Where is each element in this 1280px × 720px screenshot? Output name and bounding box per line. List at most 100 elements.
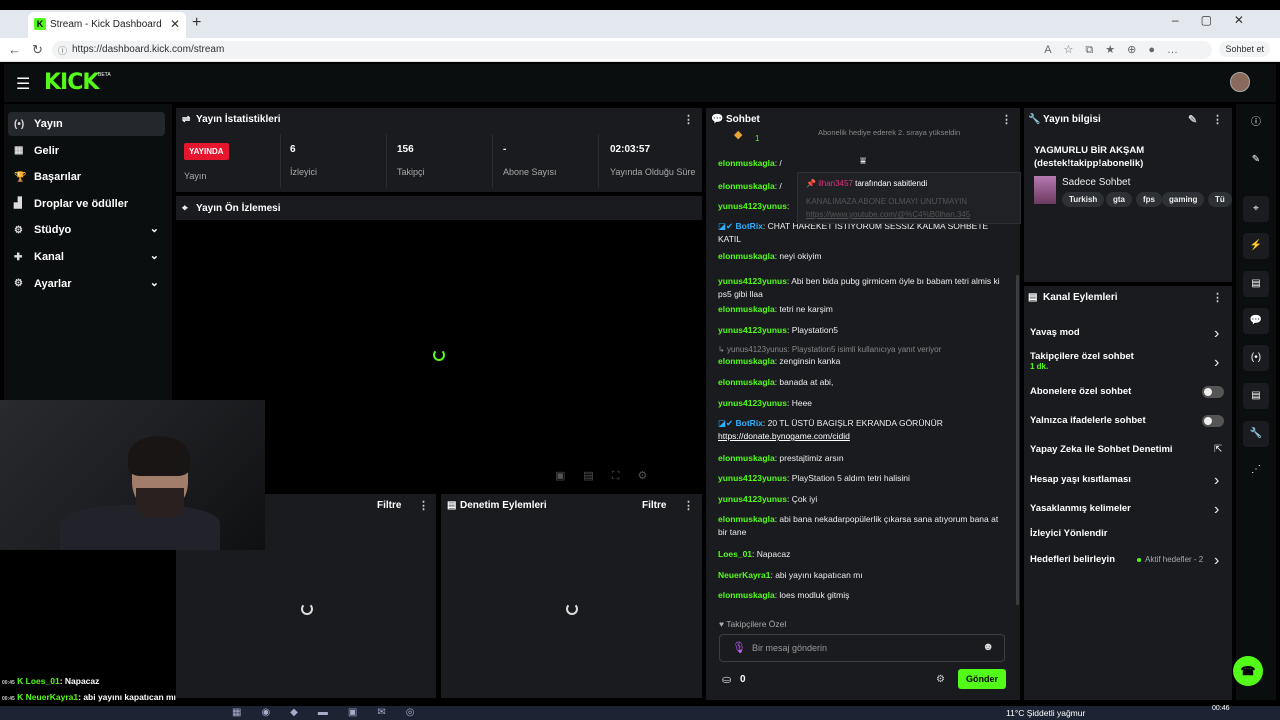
chat-username[interactable]: elonmuskagla — [718, 356, 775, 366]
chat-username[interactable]: elonmuskagla — [718, 453, 775, 463]
window-controls[interactable]: –▢✕ — [1172, 13, 1266, 27]
chevron-right-icon[interactable]: › — [1214, 325, 1219, 343]
actions-more-icon[interactable]: ⋮ — [1212, 291, 1223, 304]
chat-username[interactable]: yunus4123yunus — [718, 325, 787, 335]
pinned-user: ilhan3457 — [818, 179, 853, 188]
chat-username[interactable]: elonmuskagla — [718, 181, 775, 191]
channel-action-item[interactable]: Yavaş mod — [1030, 327, 1080, 338]
chat-username[interactable]: elonmuskagla — [718, 590, 775, 600]
lightning-icon[interactable]: ⚡ — [1243, 233, 1269, 259]
chat-username[interactable]: yunus4123yunus — [718, 201, 787, 211]
close-tab-icon[interactable]: ✕ — [170, 17, 180, 31]
wrench-toggle-icon[interactable]: 🔧 — [1243, 421, 1269, 447]
sidebar-item-3[interactable]: 🏆 Başarılar — [8, 165, 165, 189]
chat-username[interactable]: yunus4123yunus — [718, 398, 787, 408]
filter-button[interactable]: Filtre — [377, 500, 401, 511]
channel-action-item[interactable]: Yapay Zeka ile Sohbet Denetimi — [1030, 444, 1173, 455]
chat-username[interactable]: BotRix — [736, 221, 763, 231]
chat-link[interactable]: https://donate.bynogame.com/cidid — [718, 431, 850, 441]
site-info-icon[interactable]: ⓘ — [58, 44, 67, 57]
chat-username[interactable]: Loes_01 — [718, 549, 752, 559]
preview-controls-icons[interactable]: ▣▤⛶⚙ — [555, 469, 665, 483]
chevron-right-icon[interactable]: › — [1214, 472, 1219, 490]
menu-icon[interactable]: ☰ — [16, 74, 30, 94]
chat-toggle-icon[interactable]: 💬 — [1243, 308, 1269, 334]
sidebar-item-7[interactable]: ⚙ Ayarlar ⌄ — [8, 272, 165, 296]
chat-username[interactable]: yunus4123yunus — [718, 473, 787, 483]
chevron-down-icon[interactable]: ⌄ — [150, 222, 159, 235]
chat-filter-icon[interactable]: ⩸ — [860, 156, 866, 167]
stream-info-more-icon[interactable]: ⋮ — [1212, 113, 1223, 126]
chat-username[interactable]: elonmuskagla — [718, 251, 775, 261]
channel-action-item[interactable]: Hesap yaşı kısıtlaması — [1030, 474, 1131, 485]
channel-action-item[interactable]: İzleyici Yönlendir — [1030, 528, 1107, 539]
send-button[interactable]: Gönder — [958, 669, 1006, 689]
pencil-icon[interactable]: ✎ — [1243, 147, 1269, 173]
pinned-message[interactable]: 📌 ilhan3457 tarafından sabitlendi KANALI… — [797, 172, 1021, 224]
chat-username[interactable]: BotRix — [736, 418, 763, 428]
chevron-down-icon[interactable]: ⌄ — [150, 249, 159, 262]
chat-username[interactable]: NeuerKayra1 — [718, 570, 770, 580]
kick-logo[interactable]: KICK — [44, 70, 99, 95]
sidebar-item-2[interactable]: ▦ Gelir — [8, 139, 165, 163]
stats-more-icon[interactable]: ⋮ — [683, 113, 694, 126]
tag-pill[interactable]: gaming — [1162, 192, 1205, 207]
back-icon[interactable]: ← — [8, 42, 21, 57]
share-icon[interactable]: ⋰ — [1243, 457, 1269, 483]
notes-icon[interactable]: ▤ — [1243, 271, 1269, 297]
broadcast-toggle-icon[interactable]: (•) — [1243, 345, 1269, 371]
tag-pill[interactable]: Tü — [1208, 192, 1232, 207]
external-link-icon[interactable]: ⇱ — [1214, 444, 1222, 455]
channel-action-item[interactable]: Abonelere özel sohbet — [1030, 386, 1131, 397]
browser-tab[interactable]: K Stream - Kick Dashboard ✕ — [28, 12, 186, 38]
chat-username[interactable]: yunus4123yunus — [718, 494, 787, 504]
chevron-right-icon[interactable]: › — [1214, 501, 1219, 519]
panel-more-icon[interactable]: ⋮ — [683, 499, 694, 512]
reload-icon[interactable]: ↻ — [32, 42, 43, 58]
toggle-switch[interactable] — [1202, 386, 1224, 398]
preview-toggle-icon[interactable]: ⌖ — [1243, 196, 1269, 222]
sidebar-item-6[interactable]: ✚ Kanal ⌄ — [8, 245, 165, 269]
chat-scrollbar[interactable] — [1016, 275, 1019, 605]
chevron-down-icon[interactable]: ⌄ — [150, 276, 159, 289]
channel-action-item[interactable]: Hedefleri belirleyin — [1030, 554, 1115, 565]
channel-action-item[interactable]: Yalnızca ifadelerle sohbet — [1030, 415, 1146, 426]
gift-icon[interactable]: ⛀ — [722, 673, 731, 686]
browser-toolbar-icons[interactable]: A☆⧉★⊕●… — [1044, 43, 1190, 57]
sidebar-item-1[interactable]: (•) Yayın — [8, 112, 165, 136]
new-tab-icon[interactable]: + — [192, 14, 201, 32]
chat-input[interactable]: 🎙 Bir mesaj gönderin ☻ — [719, 634, 1005, 662]
tag-pill[interactable]: Turkish — [1062, 192, 1105, 207]
chevron-right-icon[interactable]: › — [1214, 552, 1219, 570]
category-name[interactable]: Sadece Sohbet — [1062, 177, 1130, 188]
info-icon[interactable]: ⓘ — [1243, 110, 1269, 136]
chat-username[interactable]: elonmuskagla — [718, 158, 775, 168]
moderation-toggle-icon[interactable]: ▤ — [1243, 383, 1269, 409]
taskbar-app-icons[interactable]: ▦◉◆▬▣✉◎ — [232, 707, 434, 718]
panel-more-icon[interactable]: ⋮ — [418, 499, 429, 512]
chat-username[interactable]: elonmuskagla — [718, 304, 775, 314]
chat-more-icon[interactable]: ⋮ — [1001, 113, 1012, 126]
tag-pill[interactable]: fps — [1136, 192, 1162, 207]
sidebar-item-5[interactable]: ⚙ Stüdyo ⌄ — [8, 218, 165, 242]
toggle-switch[interactable] — [1202, 415, 1224, 427]
url-field[interactable]: ⓘ https://dashboard.kick.com/stream — [52, 41, 1212, 59]
support-icon[interactable]: ☎ — [1233, 656, 1263, 686]
chat-username[interactable]: elonmuskagla — [718, 377, 775, 387]
chat-username[interactable]: elonmuskagla — [718, 514, 775, 524]
chat-text: tetri ne karşim — [779, 304, 833, 314]
chat-settings-icon[interactable]: ⚙ — [936, 674, 945, 685]
chevron-right-icon[interactable]: › — [1214, 354, 1219, 372]
tag-pill[interactable]: gta — [1106, 192, 1132, 207]
chat-username[interactable]: yunus4123yunus — [718, 276, 787, 286]
channel-action-item[interactable]: Yasaklanmış kelimeler — [1030, 503, 1131, 514]
emoji-icon[interactable]: ☻ — [982, 641, 994, 653]
filter-button[interactable]: Filtre — [642, 500, 666, 511]
microphone-icon[interactable]: 🎙 — [732, 641, 746, 654]
sidebar-item-4[interactable]: ▟ Droplar ve ödüller — [8, 192, 165, 216]
avatar[interactable] — [1230, 72, 1250, 92]
copilot-chat-button[interactable]: Sohbet et — [1219, 41, 1270, 57]
channel-action-item[interactable]: Takipçilere özel sohbet 1 dk. — [1030, 351, 1134, 371]
edit-icon[interactable]: ✎ — [1188, 113, 1197, 126]
pinned-link[interactable]: https://www.youtube.com/@%C4%B0lhan.345 — [806, 210, 970, 219]
